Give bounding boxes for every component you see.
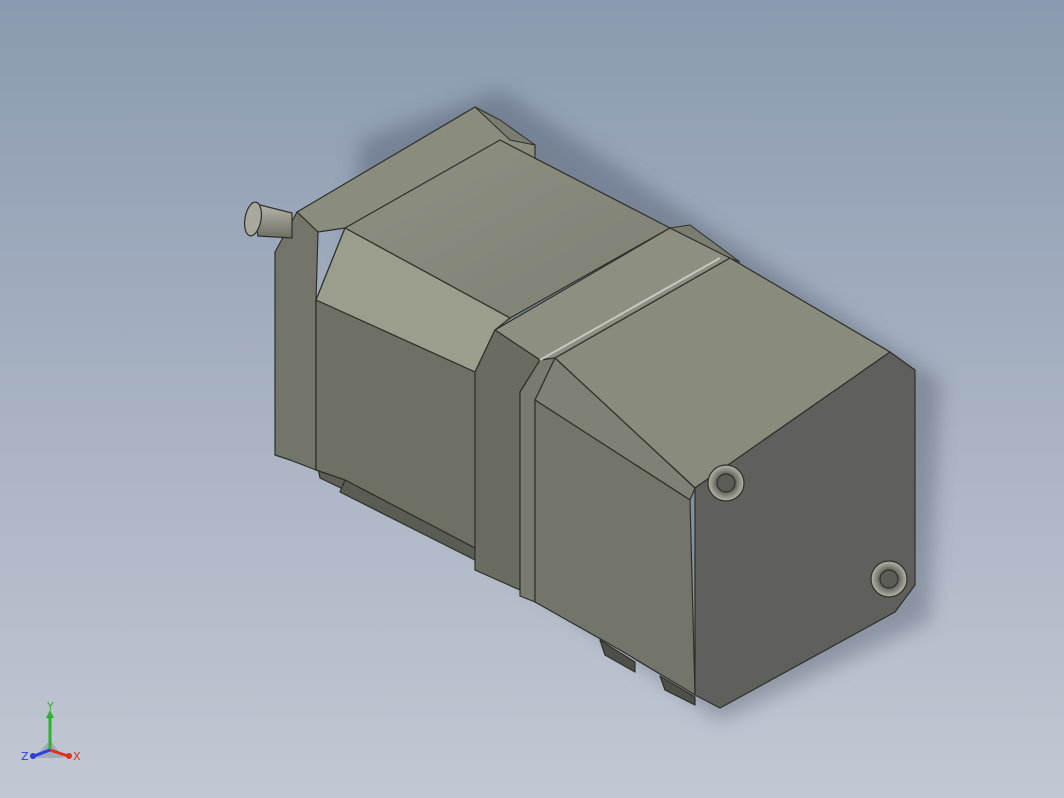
output-shaft[interactable] — [242, 201, 293, 239]
mounting-hole-lower — [870, 560, 908, 598]
motor-model[interactable] — [0, 0, 1064, 798]
mounting-hole-upper — [707, 464, 745, 502]
y-axis-label: Y — [46, 700, 54, 713]
z-axis-label: Z — [21, 750, 29, 763]
3d-viewport[interactable]: Y X Z — [0, 0, 1064, 798]
axis-triad[interactable]: Y X Z — [14, 700, 94, 780]
x-axis-label: X — [73, 750, 81, 763]
